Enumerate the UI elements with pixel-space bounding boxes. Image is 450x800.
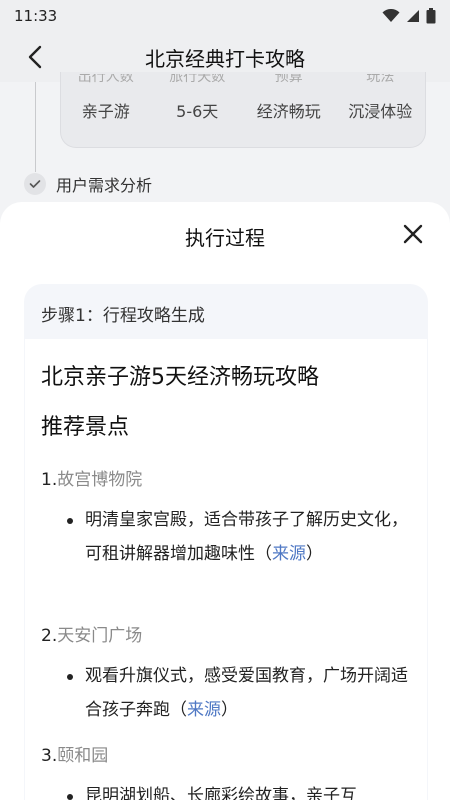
- attraction-link[interactable]: 故宫博物院: [57, 470, 142, 490]
- list-item: 明清皇家宫殿，适合带孩子了解历史文化，可租讲解器增加趣味性（来源）: [67, 503, 417, 571]
- item-desc: 昆明湖划船、长廊彩绘故事，亲子互: [85, 786, 357, 800]
- item-number: 1.: [41, 470, 58, 490]
- article-title: 北京亲子游5天经济畅玩攻略: [41, 365, 319, 390]
- item-desc: 观看升旗仪式，感受爱国教育，广场开阔适合孩子奔跑（: [85, 666, 408, 720]
- step-label: 步骤1：行程攻略生成: [41, 306, 205, 326]
- param-value: 沉浸体验: [348, 102, 413, 121]
- step-content[interactable]: 北京亲子游5天经济畅玩攻略 推荐景点 1.故宫博物院 明清皇家宫殿，适合带孩子了…: [25, 339, 427, 800]
- bullet-icon: [67, 794, 73, 800]
- param-value: 5-6天: [176, 102, 219, 121]
- status-time: 11:33: [14, 7, 58, 25]
- item-desc: 明清皇家宫殿，适合带孩子了解历史文化，可租讲解器增加趣味性（: [85, 510, 408, 564]
- signal-icon: [407, 10, 419, 22]
- sheet-title: 执行过程: [185, 226, 265, 250]
- section-title: 推荐景点: [41, 415, 130, 440]
- status-bar: 11:33: [0, 0, 450, 32]
- param-label: 玩法: [366, 74, 395, 85]
- attraction-link[interactable]: 颐和园: [57, 746, 108, 766]
- param-values: 亲子游 5-6天 经济畅玩 沉浸体验: [60, 98, 426, 122]
- param-value: 经济畅玩: [256, 102, 321, 121]
- execution-sheet: 执行过程 步骤1：行程攻略生成 北京亲子游5天经济畅玩攻略 推荐景点 1.故宫博…: [0, 202, 450, 800]
- analysis-label: 用户需求分析: [56, 176, 153, 195]
- step-panel: 步骤1：行程攻略生成 北京亲子游5天经济畅玩攻略 推荐景点 1.故宫博物院 明清…: [24, 284, 428, 800]
- attraction-heading: 1.故宫博物院: [41, 465, 142, 490]
- battery-icon: [426, 8, 436, 24]
- attraction-heading: 2.天安门广场: [41, 621, 142, 646]
- page-title: 北京经典打卡攻略: [145, 46, 305, 71]
- attraction-heading: 3.颐和园: [41, 741, 108, 766]
- analysis-step[interactable]: 用户需求分析: [24, 172, 152, 196]
- param-value: 亲子游: [81, 102, 130, 121]
- list-item: 昆明湖划船、长廊彩绘故事，亲子互: [67, 779, 417, 800]
- source-link[interactable]: 来源: [272, 544, 306, 564]
- item-close: ）: [221, 700, 238, 720]
- param-labels: 出行人数 旅行天数 预算 玩法: [60, 74, 426, 88]
- timeline-line: [35, 82, 36, 172]
- item-number: 3.: [41, 746, 58, 766]
- close-button[interactable]: [400, 221, 426, 247]
- param-label: 旅行天数: [169, 74, 226, 85]
- item-number: 2.: [41, 626, 58, 646]
- source-link[interactable]: 来源: [187, 700, 221, 720]
- check-icon: [24, 173, 46, 195]
- status-icons: [382, 8, 436, 24]
- attraction-link[interactable]: 天安门广场: [57, 626, 142, 646]
- bullet-icon: [67, 518, 73, 524]
- back-button[interactable]: [22, 44, 48, 70]
- wifi-icon: [382, 9, 400, 22]
- bullet-icon: [67, 674, 73, 680]
- param-label: 预算: [274, 74, 303, 85]
- list-item: 观看升旗仪式，感受爱国教育，广场开阔适合孩子奔跑（来源）: [67, 659, 417, 727]
- chevron-left-icon: [28, 45, 42, 69]
- item-close: ）: [306, 544, 323, 564]
- param-label: 出行人数: [77, 74, 134, 85]
- close-icon: [403, 224, 423, 244]
